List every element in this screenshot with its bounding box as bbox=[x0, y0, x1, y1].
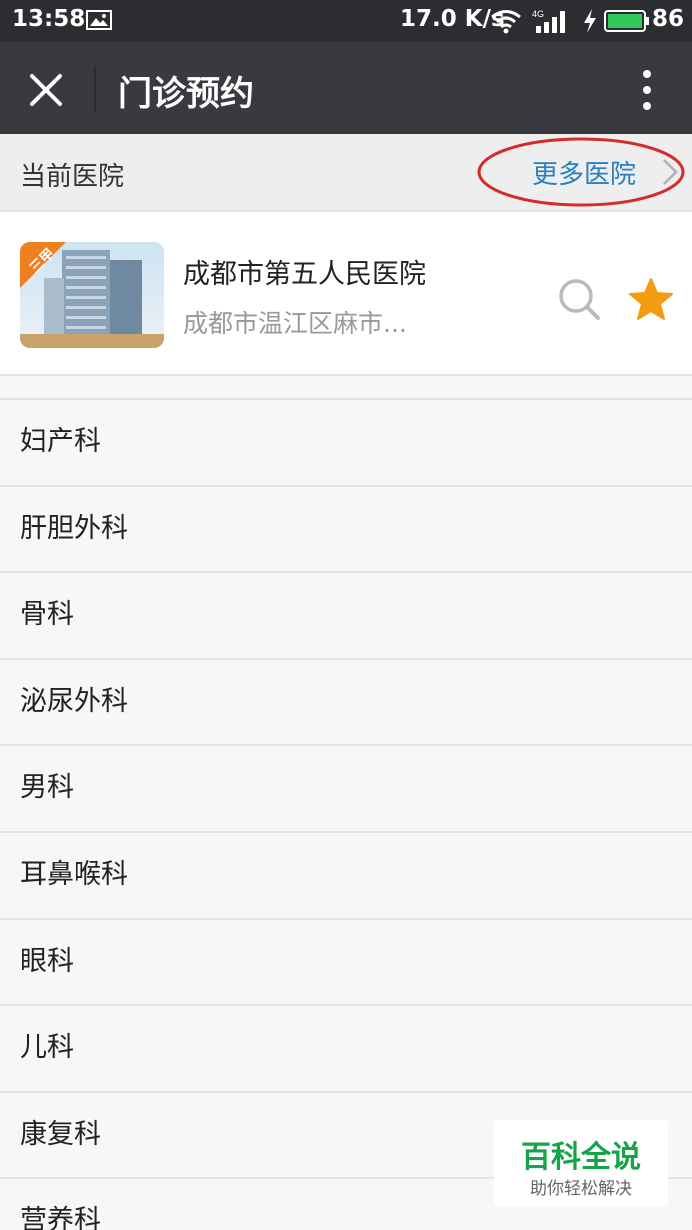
network-speed: 17.0 K/s bbox=[400, 6, 505, 32]
charging-icon bbox=[584, 9, 596, 33]
signal-icon: 4G bbox=[532, 9, 565, 33]
department-item[interactable]: 男科 bbox=[0, 746, 692, 833]
department-item[interactable]: 妇产科 bbox=[0, 400, 692, 487]
network-type: 4G bbox=[532, 9, 544, 19]
status-time: 13:58 bbox=[12, 6, 86, 32]
nav-bar: 门诊预约 bbox=[0, 42, 692, 134]
department-item[interactable]: 儿科 bbox=[0, 1006, 692, 1093]
more-hospitals-link[interactable]: 更多医院 bbox=[476, 136, 686, 208]
department-item[interactable]: 泌尿外科 bbox=[0, 659, 692, 747]
department-item[interactable]: 耳鼻喉科 bbox=[0, 832, 692, 920]
department-item[interactable]: 肝胆外科 bbox=[0, 486, 692, 574]
current-hospital-header: 当前医院 更多医院 bbox=[0, 134, 692, 212]
hospital-thumbnail: 三甲 bbox=[20, 242, 164, 348]
status-bar: 13:58 17.0 K/s 4G 86 bbox=[0, 0, 692, 42]
page-title: 门诊预约 bbox=[118, 74, 254, 114]
hospital-name: 成都市第五人民医院 bbox=[183, 259, 426, 290]
department-item[interactable]: 骨科 bbox=[0, 573, 692, 660]
nav-divider bbox=[94, 66, 96, 112]
watermark-subtitle: 助你轻松解决 bbox=[530, 1179, 632, 1199]
image-notification-icon bbox=[86, 10, 112, 30]
more-vertical-icon[interactable] bbox=[630, 64, 664, 116]
battery-icon bbox=[604, 10, 649, 32]
department-list: 妇产科 肝胆外科 骨科 泌尿外科 男科 耳鼻喉科 眼科 儿科 康复科 营养科 bbox=[0, 398, 692, 1230]
hospital-address: 成都市温江区麻市... bbox=[183, 309, 407, 338]
star-icon[interactable] bbox=[628, 276, 674, 322]
battery-level: 86 bbox=[652, 6, 685, 32]
search-icon[interactable] bbox=[556, 276, 602, 322]
department-item[interactable]: 眼科 bbox=[0, 919, 692, 1007]
wifi-icon bbox=[491, 10, 521, 34]
chevron-right-icon bbox=[663, 159, 678, 185]
watermark-title: 百科全说 bbox=[521, 1140, 641, 1175]
current-hospital-label: 当前医院 bbox=[20, 162, 125, 192]
hospital-card[interactable]: 三甲 成都市第五人民医院 成都市温江区麻市... bbox=[0, 212, 692, 376]
more-hospitals-label: 更多医院 bbox=[532, 160, 637, 190]
watermark: 百科全说 助你轻松解决 bbox=[494, 1120, 668, 1206]
close-icon[interactable] bbox=[20, 64, 72, 116]
